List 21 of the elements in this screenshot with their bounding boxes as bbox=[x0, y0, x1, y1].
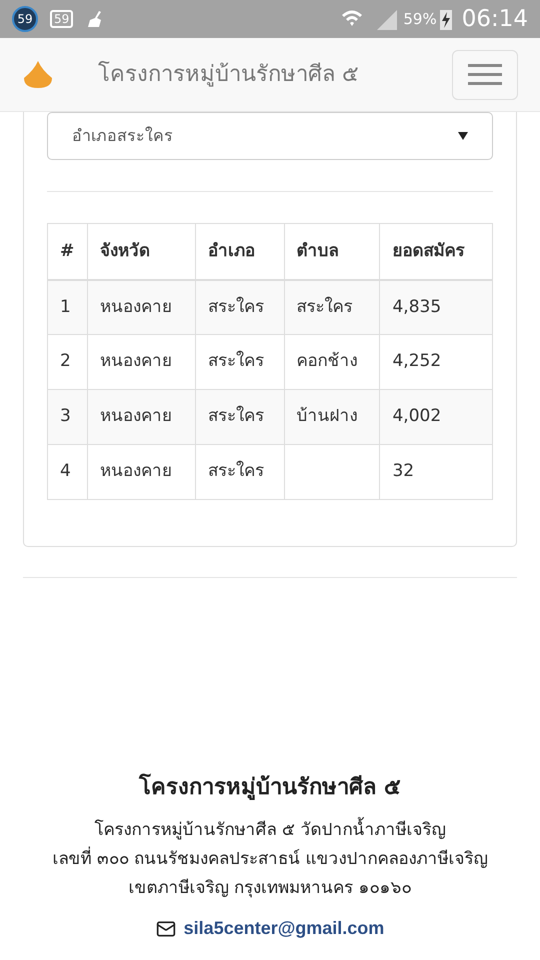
table-cell: สระใคร bbox=[195, 444, 284, 500]
clock-time: 06:14 bbox=[462, 4, 528, 34]
menu-button[interactable] bbox=[452, 50, 518, 100]
navbar-title[interactable]: โครงการหมู่บ้านรักษาศีล ๕ bbox=[98, 58, 359, 91]
table-cell: หนองคาย bbox=[87, 444, 196, 500]
email-link[interactable]: sila5center@gmail.com bbox=[184, 915, 384, 942]
logo-icon bbox=[22, 60, 54, 90]
badge-box-icon: 59 bbox=[50, 10, 74, 28]
battery-charging-icon bbox=[440, 8, 452, 30]
footer-title: โครงการหมู่บ้านรักษาศีล ๕ bbox=[139, 772, 401, 802]
address-line: เขตภาษีเจริญ กรุงเทพมหานคร ๑๐๑๖๐ bbox=[128, 877, 412, 900]
envelope-icon bbox=[156, 918, 176, 938]
table-cell: 4 bbox=[48, 444, 88, 500]
address-line: เลขที่ ๓๐๐ ถนนรัชมงคลประสาธน์ แขวงปากคลองภาษีเจริญ bbox=[52, 845, 488, 874]
dropdown-icon bbox=[458, 132, 468, 140]
column-header: # bbox=[48, 224, 88, 280]
signal-icon bbox=[375, 8, 398, 30]
table-cell: 32 bbox=[380, 444, 492, 500]
district-select[interactable]: อำเภอสระใคร bbox=[47, 112, 493, 160]
address-line: โครงการหมู่บ้านรักษาศีล ๕ วัดปากน้ำภาษีเจริญ bbox=[94, 816, 446, 845]
battery-percent: 59% bbox=[403, 8, 437, 30]
